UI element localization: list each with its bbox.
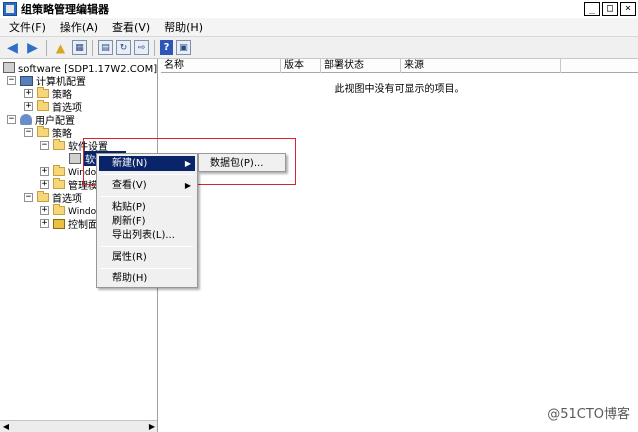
menu-item-help[interactable]: 帮助(H) — [99, 271, 195, 286]
tree-horizontal-scrollbar[interactable]: ◀ ▶ — [0, 420, 157, 432]
list-header: 名称 版本 部署状态 来源 — [161, 59, 638, 73]
menu-help[interactable]: 帮助(H) — [157, 19, 210, 35]
toolbar: ◀ ▶ ▲ ▦ ▤ ↻ ⇨ ? ▣ — [0, 37, 638, 59]
user-icon — [20, 114, 32, 125]
menu-item-new[interactable]: 新建(N) ▶ — [99, 156, 195, 171]
expand-icon[interactable]: + — [24, 102, 33, 111]
folder-icon — [53, 165, 65, 176]
folder-icon — [37, 191, 49, 202]
menu-bar: 文件(F) 操作(A) 查看(V) 帮助(H) — [0, 18, 638, 37]
watermark: @51CTO博客 — [547, 407, 630, 422]
toolbar-separator — [92, 39, 93, 56]
menu-separator — [101, 174, 193, 175]
expand-icon[interactable]: + — [40, 206, 49, 215]
gpo-icon — [3, 62, 15, 73]
minimize-button[interactable]: _ — [584, 2, 600, 16]
close-button[interactable]: × — [620, 2, 636, 16]
menu-item-properties[interactable]: 属性(R) — [99, 250, 195, 265]
menu-separator — [101, 268, 193, 269]
menu-view[interactable]: 查看(V) — [105, 19, 157, 35]
collapse-icon[interactable]: − — [24, 193, 33, 202]
menu-item-refresh[interactable]: 刷新(F) — [99, 214, 195, 229]
forward-arrow-icon[interactable]: ▶ — [24, 39, 41, 56]
folder-icon — [37, 100, 49, 111]
properties-icon[interactable]: ▤ — [98, 40, 113, 55]
tree-uc-preferences[interactable]: − 首选项 — [24, 191, 82, 205]
column-deploy-state[interactable]: 部署状态 — [321, 59, 401, 73]
scroll-left-icon[interactable]: ◀ — [1, 422, 11, 431]
menu-item-package[interactable]: 数据包(P)... — [201, 156, 283, 171]
toolbar-separator — [46, 39, 47, 56]
submenu-arrow-icon: ▶ — [184, 181, 191, 190]
menu-item-label: 查看(V) — [112, 180, 147, 191]
menu-item-label: 新建(N) — [112, 158, 148, 169]
folder-icon — [37, 126, 49, 137]
column-name[interactable]: 名称 — [161, 59, 281, 73]
app-icon — [3, 2, 17, 16]
menu-item-view[interactable]: 查看(V) ▶ — [99, 178, 195, 193]
menu-item-export-list[interactable]: 导出列表(L)... — [99, 228, 195, 243]
folder-icon — [37, 87, 49, 98]
tree-uc-policies[interactable]: − 策略 — [24, 126, 72, 140]
back-arrow-icon[interactable]: ◀ — [4, 39, 21, 56]
context-menu: 新建(N) ▶ 查看(V) ▶ 粘贴(P) 刷新(F) 导出列表(L)... 属… — [96, 153, 198, 288]
up-folder-icon[interactable]: ▲ — [52, 39, 69, 56]
window-controls: _ □ × — [584, 2, 636, 16]
details-pane[interactable]: 名称 版本 部署状态 来源 此视图中没有可显示的项目。 — [161, 59, 638, 432]
menu-separator — [101, 196, 193, 197]
collapse-icon[interactable]: − — [24, 128, 33, 137]
computer-icon — [20, 75, 33, 86]
control-panel-icon — [53, 218, 65, 229]
menu-action[interactable]: 操作(A) — [53, 19, 105, 35]
tree-computer-config[interactable]: − 计算机配置 — [7, 74, 86, 88]
help-icon[interactable]: ? — [160, 40, 173, 55]
collapse-icon[interactable]: − — [7, 115, 16, 124]
export-list-icon[interactable]: ⇨ — [134, 40, 149, 55]
expand-icon[interactable]: + — [40, 219, 49, 228]
folder-icon — [53, 178, 65, 189]
title-bar: 组策略管理编辑器 _ □ × — [0, 0, 638, 18]
submenu-arrow-icon: ▶ — [184, 159, 191, 168]
collapse-icon[interactable]: − — [7, 76, 16, 85]
menu-separator — [101, 246, 193, 247]
window-title: 组策略管理编辑器 — [21, 3, 109, 16]
empty-view-message: 此视图中没有可显示的项目。 — [334, 84, 465, 95]
column-version[interactable]: 版本 — [281, 59, 321, 73]
scroll-right-icon[interactable]: ▶ — [147, 422, 157, 431]
collapse-icon[interactable]: − — [40, 141, 49, 150]
software-install-icon — [69, 153, 81, 164]
show-hide-tree-icon[interactable]: ▦ — [72, 40, 87, 55]
refresh-icon[interactable]: ↻ — [116, 40, 131, 55]
view-icon[interactable]: ▣ — [176, 40, 191, 55]
folder-icon — [53, 139, 65, 150]
expand-icon[interactable]: + — [24, 89, 33, 98]
expand-icon[interactable]: + — [40, 180, 49, 189]
menu-item-paste[interactable]: 粘贴(P) — [99, 200, 195, 215]
tree-label: 首选项 — [52, 194, 82, 205]
menu-file[interactable]: 文件(F) — [2, 19, 53, 35]
folder-icon — [53, 204, 65, 215]
toolbar-separator — [154, 39, 155, 56]
expand-icon[interactable]: + — [40, 167, 49, 176]
new-submenu: 数据包(P)... — [198, 153, 286, 172]
column-source[interactable]: 来源 — [401, 59, 561, 73]
maximize-button[interactable]: □ — [602, 2, 618, 16]
